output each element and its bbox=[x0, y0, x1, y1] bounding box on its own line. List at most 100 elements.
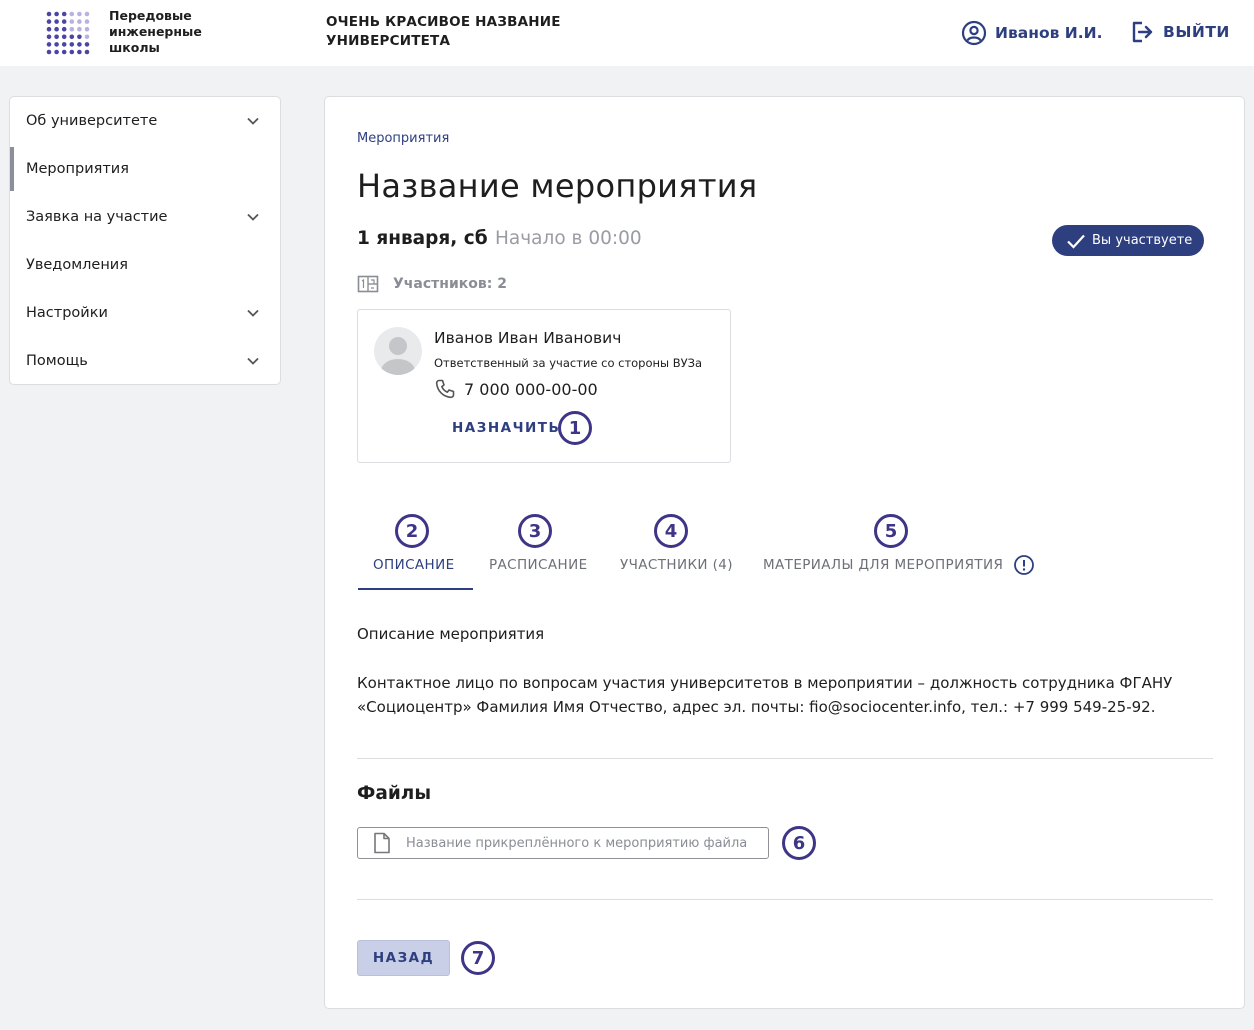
logout-icon bbox=[1132, 21, 1153, 43]
logo-dots-icon[interactable] bbox=[46, 11, 90, 55]
top-header: Передовые инженерные школы ОЧЕНЬ КРАСИВО… bbox=[0, 0, 1254, 66]
logo-dot bbox=[54, 19, 59, 24]
logo-line: Передовые bbox=[109, 8, 192, 23]
description-text: Контактное лицо по вопросам участия унив… bbox=[357, 674, 1173, 716]
logo-dot bbox=[46, 11, 52, 17]
annotation-marker: 5 bbox=[874, 514, 908, 548]
annotation-marker: 6 bbox=[782, 826, 816, 860]
participants-label: Участников: 2 bbox=[393, 276, 507, 292]
attached-file[interactable]: Название прикреплённого к мероприятию фа… bbox=[357, 827, 769, 859]
tab-materials[interactable]: МАТЕРИАЛЫ ДЛЯ МЕРОПРИЯТИЯ bbox=[763, 554, 1035, 576]
participants-count: Участников: 2 bbox=[357, 275, 507, 293]
back-button[interactable]: НАЗАД bbox=[357, 940, 450, 976]
assign-button[interactable]: НАЗНАЧИТЬ bbox=[452, 420, 560, 436]
checkmark-icon bbox=[1067, 234, 1085, 249]
logo-dot bbox=[69, 11, 75, 17]
tab-participants[interactable]: УЧАСТНИКИ (4) bbox=[620, 557, 733, 573]
sidebar-item-label: Настройки bbox=[26, 305, 108, 321]
logo-dot bbox=[84, 19, 90, 24]
university-name: ОЧЕНЬ КРАСИВОЕ НАЗВАНИЕ УНИВЕРСИТЕТА bbox=[326, 13, 561, 51]
divider bbox=[357, 899, 1213, 900]
logo-dot bbox=[61, 26, 67, 32]
annotation-marker: 7 bbox=[461, 941, 495, 975]
logo-dot bbox=[69, 34, 75, 40]
page-title: Название мероприятия bbox=[357, 167, 758, 205]
logo-dot bbox=[69, 42, 75, 47]
participation-status-badge[interactable]: Вы участвуете bbox=[1052, 225, 1204, 256]
logo-dot bbox=[54, 34, 59, 40]
active-tab-indicator bbox=[358, 588, 473, 590]
logo-dot bbox=[84, 26, 90, 32]
logo-dot bbox=[61, 34, 67, 40]
contact-role: Ответственный за участие со стороны ВУЗа bbox=[434, 356, 703, 370]
tab-schedule[interactable]: РАСПИСАНИЕ bbox=[489, 557, 588, 573]
annotation-marker: 2 bbox=[395, 514, 429, 548]
divider bbox=[357, 758, 1213, 759]
event-card: Мероприятия Название мероприятия 1 январ… bbox=[324, 96, 1245, 1009]
sidebar-item-help[interactable]: Помощь bbox=[10, 337, 280, 384]
logo-dot bbox=[77, 26, 82, 32]
logo-dot bbox=[77, 49, 82, 55]
description-title: Описание мероприятия bbox=[357, 625, 545, 643]
university-name-line: ОЧЕНЬ КРАСИВОЕ НАЗВАНИЕ bbox=[326, 14, 561, 30]
user-circle-icon bbox=[961, 20, 987, 46]
logo-dot bbox=[61, 11, 67, 17]
tab-description[interactable]: ОПИСАНИЕ bbox=[373, 557, 455, 573]
file-name: Название прикреплённого к мероприятию фа… bbox=[406, 835, 748, 851]
sidebar-item-label: Мероприятия bbox=[26, 161, 129, 177]
sidebar-item-label: Помощь bbox=[26, 353, 88, 369]
status-badge-label: Вы участвуете bbox=[1092, 233, 1193, 248]
exclamation-circle-icon bbox=[1014, 555, 1035, 575]
responsible-contact-card: Иванов Иван Иванович Ответственный за уч… bbox=[357, 309, 731, 463]
logo-dot bbox=[77, 19, 82, 24]
annotation-marker: 4 bbox=[654, 514, 688, 548]
sidebar-item-about-university[interactable]: Об университете bbox=[10, 97, 280, 145]
university-name-line: УНИВЕРСИТЕТА bbox=[326, 33, 451, 49]
logo-dot bbox=[46, 42, 52, 47]
logout-button[interactable]: ВЫЙТИ bbox=[1131, 20, 1230, 44]
logo-dot bbox=[54, 42, 59, 47]
logo-dot bbox=[46, 34, 52, 40]
event-date: 1 января, сб bbox=[357, 228, 488, 249]
sidebar-item-notifications[interactable]: Уведомления bbox=[10, 241, 280, 289]
sidebar-item-settings[interactable]: Настройки bbox=[10, 289, 280, 337]
logo-dot bbox=[84, 34, 90, 40]
logo-dot bbox=[77, 34, 82, 40]
sidebar-item-application[interactable]: Заявка на участие bbox=[10, 193, 280, 241]
logo-dot bbox=[46, 19, 52, 24]
annotation-marker: 3 bbox=[518, 514, 552, 548]
logo-dot bbox=[84, 42, 90, 47]
logo-text[interactable]: Передовые инженерные школы bbox=[109, 8, 202, 56]
logo-dot bbox=[77, 11, 82, 17]
files-section-title: Файлы bbox=[357, 783, 432, 804]
chevron-down-icon bbox=[247, 309, 259, 317]
logo-dot bbox=[69, 19, 75, 24]
chevron-down-icon bbox=[247, 357, 259, 365]
logo-dot bbox=[46, 49, 52, 55]
logo-dot bbox=[77, 42, 82, 47]
chevron-down-icon bbox=[247, 213, 259, 221]
user-name: Иванов И.И. bbox=[995, 24, 1103, 42]
contact-phone-number: 7 000 000-00-00 bbox=[464, 379, 598, 399]
logo-dot bbox=[46, 26, 52, 32]
event-start-time: Начало в 00:00 bbox=[495, 228, 642, 249]
file-icon bbox=[374, 832, 390, 854]
sidebar-item-label: Заявка на участие bbox=[26, 209, 168, 225]
breadcrumb-events[interactable]: Мероприятия bbox=[357, 131, 449, 146]
phone-icon bbox=[435, 379, 455, 399]
annotation-marker: 1 bbox=[558, 411, 592, 445]
logo-dot bbox=[69, 26, 75, 32]
logo-dot bbox=[84, 49, 90, 55]
sidebar-item-label: Об университете bbox=[26, 113, 158, 129]
sidebar-item-events[interactable]: Мероприятия bbox=[10, 145, 280, 193]
user-profile-link[interactable]: Иванов И.И. bbox=[961, 20, 1103, 46]
logo-line: школы bbox=[109, 40, 160, 55]
contact-phone: 7 000 000-00-00 bbox=[434, 378, 598, 400]
logo-dot bbox=[61, 19, 67, 24]
logo-dot bbox=[61, 49, 67, 55]
logo-dot bbox=[54, 49, 59, 55]
logout-label: ВЫЙТИ bbox=[1163, 23, 1230, 41]
logo-dot bbox=[84, 11, 90, 17]
logo-dot bbox=[54, 11, 59, 17]
chevron-down-icon bbox=[247, 117, 259, 125]
